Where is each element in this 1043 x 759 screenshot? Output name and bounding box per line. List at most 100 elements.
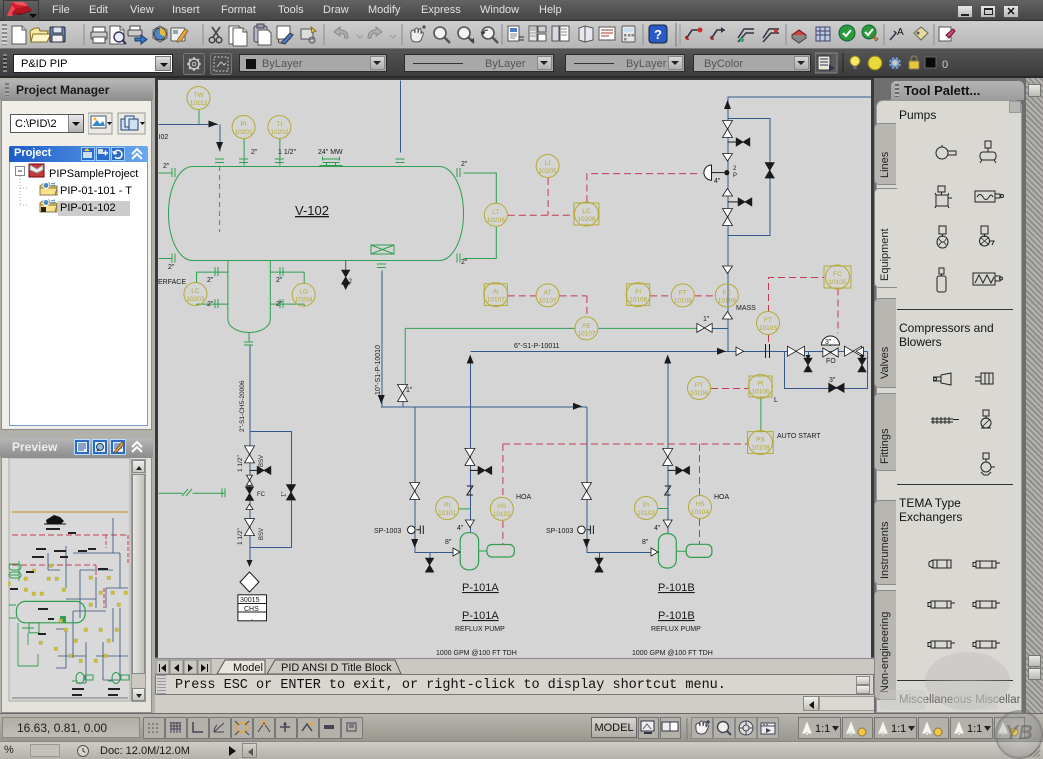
svg-text:30015: 30015 xyxy=(240,597,260,604)
svg-text:10204: 10204 xyxy=(295,297,313,304)
svg-text:8": 8" xyxy=(642,539,649,546)
svg-text:HS: HS xyxy=(695,501,705,508)
svg-text:2": 2" xyxy=(168,264,175,271)
svg-text:10206: 10206 xyxy=(577,216,595,223)
svg-text:10106: 10106 xyxy=(690,390,708,397)
svg-text:P-101B: P-101B xyxy=(658,610,695,622)
svg-text:CHS: CHS xyxy=(244,606,259,613)
svg-text:2": 2" xyxy=(251,149,258,156)
svg-text:FO: FO xyxy=(826,358,836,365)
svg-text:10202: 10202 xyxy=(270,129,288,136)
svg-text:REFLUX PUMP: REFLUX PUMP xyxy=(455,626,505,633)
svg-text:10101: 10101 xyxy=(438,510,456,517)
svg-text:10105: 10105 xyxy=(759,325,777,332)
svg-text:10108: 10108 xyxy=(629,297,647,304)
svg-text:10108: 10108 xyxy=(751,445,769,452)
svg-text:1": 1" xyxy=(406,387,413,394)
svg-text:PI: PI xyxy=(643,502,649,509)
svg-text:10203: 10203 xyxy=(186,296,204,303)
svg-text:LT: LT xyxy=(492,209,499,216)
svg-text:FC: FC xyxy=(257,492,266,498)
svg-text:AI: AI xyxy=(493,289,499,296)
svg-text:A: A xyxy=(897,27,904,38)
svg-text:?: ? xyxy=(654,27,662,42)
svg-text:P-101A: P-101A xyxy=(462,610,499,622)
svg-text:10105: 10105 xyxy=(828,279,846,286)
svg-text:PI: PI xyxy=(241,121,247,128)
svg-text:10206: 10206 xyxy=(487,217,505,224)
svg-text:3": 3" xyxy=(829,377,836,384)
svg-text:L: L xyxy=(774,397,778,404)
svg-text:AT: AT xyxy=(544,289,552,296)
svg-text:10205: 10205 xyxy=(539,168,557,175)
svg-text:1000 GPM @100 FT TDH: 1000 GPM @100 FT TDH xyxy=(436,650,517,657)
svg-text:HOA: HOA xyxy=(714,494,730,501)
svg-text:.: . xyxy=(251,615,253,622)
svg-text:SP-1003: SP-1003 xyxy=(374,528,401,535)
svg-text:LC: LC xyxy=(582,208,591,215)
svg-text:10112: 10112 xyxy=(190,100,208,107)
svg-text:3": 3" xyxy=(825,339,832,346)
svg-text:2: 2 xyxy=(733,166,737,172)
svg-text:P: P xyxy=(733,173,737,179)
svg-text:4": 4" xyxy=(654,525,661,532)
svg-text:10106: 10106 xyxy=(751,389,769,396)
svg-text:1000 GPM @100 FT TDH: 1000 GPM @100 FT TDH xyxy=(632,650,713,657)
svg-text:0: 0 xyxy=(942,59,948,71)
svg-text:PI: PI xyxy=(444,502,450,509)
svg-text:PT: PT xyxy=(695,382,703,389)
svg-text:P-101B: P-101B xyxy=(658,582,695,594)
svg-text:HOA: HOA xyxy=(516,494,532,501)
svg-text:BSV: BSV xyxy=(259,455,265,467)
svg-text:2: 2 xyxy=(349,279,353,285)
svg-text:10108: 10108 xyxy=(674,297,692,304)
svg-text:P-101A: P-101A xyxy=(462,582,499,594)
svg-text:8": 8" xyxy=(445,539,452,546)
svg-text:BSV: BSV xyxy=(259,528,265,540)
svg-text:2": 2" xyxy=(276,277,283,284)
svg-text:10107: 10107 xyxy=(577,330,595,337)
svg-text:2": 2" xyxy=(163,163,170,170)
svg-text:2": 2" xyxy=(207,277,214,284)
svg-text:10"-S1-P-10010: 10"-S1-P-10010 xyxy=(375,345,382,395)
svg-text:10104: 10104 xyxy=(691,509,709,516)
svg-text:HS: HS xyxy=(497,503,507,510)
svg-text:MASS: MASS xyxy=(736,305,756,312)
svg-text:Model: Model xyxy=(233,662,263,674)
svg-text:10107: 10107 xyxy=(487,297,505,304)
svg-text:10103: 10103 xyxy=(637,510,655,517)
svg-text:TW: TW xyxy=(193,92,204,99)
svg-text:REFLUX PUMP: REFLUX PUMP xyxy=(651,626,701,633)
svg-text:1": 1" xyxy=(282,492,288,497)
svg-text:AUTO START: AUTO START xyxy=(777,433,821,440)
svg-text:1 1/2": 1 1/2" xyxy=(237,528,244,545)
svg-text:4": 4" xyxy=(457,525,464,532)
svg-text:24" MW: 24" MW xyxy=(318,149,343,156)
svg-text:FC: FC xyxy=(833,271,842,278)
svg-text:ERFACE: ERFACE xyxy=(158,279,186,286)
svg-text:2": 2" xyxy=(276,301,283,308)
svg-text:6"-S1-P-10011: 6"-S1-P-10011 xyxy=(514,343,560,350)
svg-text:1:1: 1:1 xyxy=(967,723,982,735)
svg-text:10102: 10102 xyxy=(493,511,511,518)
svg-text:PS: PS xyxy=(756,437,765,444)
svg-text:1 1/2": 1 1/2" xyxy=(278,149,297,156)
svg-text:FE: FE xyxy=(723,289,732,296)
svg-text:10107: 10107 xyxy=(539,297,557,304)
svg-text:TI: TI xyxy=(277,121,283,128)
svg-text:4": 4" xyxy=(714,178,721,185)
svg-text:PID ANSI D Title Block: PID ANSI D Title Block xyxy=(281,662,392,674)
svg-text:2": 2" xyxy=(461,161,468,168)
svg-text:FI: FI xyxy=(635,289,641,296)
svg-text:LG: LG xyxy=(299,289,308,296)
svg-text:I02: I02 xyxy=(159,134,169,141)
svg-text:SP-1003: SP-1003 xyxy=(546,528,573,535)
svg-text:2"-S1-CH5-20006: 2"-S1-CH5-20006 xyxy=(239,380,246,432)
svg-text:10108: 10108 xyxy=(718,297,736,304)
svg-text:AE: AE xyxy=(582,322,591,329)
svg-text:LI: LI xyxy=(545,160,551,167)
svg-text:2": 2" xyxy=(461,259,468,266)
svg-text:1:1: 1:1 xyxy=(815,723,830,735)
svg-text:V-102: V-102 xyxy=(295,203,329,218)
svg-text:10201: 10201 xyxy=(235,129,253,136)
